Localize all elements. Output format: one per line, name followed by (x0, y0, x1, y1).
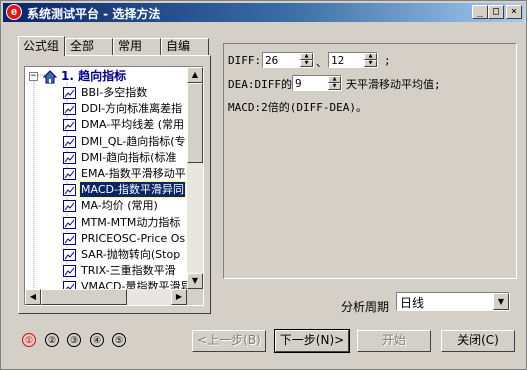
dropdown-arrow-icon[interactable]: ▼ (493, 293, 509, 310)
dea-prefix: DEA:DIFF的 (228, 78, 292, 91)
step-2: ② (45, 333, 59, 347)
tab-all[interactable]: 全部 (65, 38, 113, 55)
chart-formula-icon (63, 168, 76, 180)
period-label: 分析周期 (341, 300, 390, 314)
tree-item-label: SAR-抛物转向(Stop (81, 248, 181, 261)
spin-up-icon[interactable]: ▲ (300, 53, 313, 60)
chart-formula-icon (63, 119, 76, 132)
chart-formula-icon (63, 216, 76, 229)
home-icon (43, 70, 57, 84)
hscroll-thumb[interactable] (41, 289, 127, 305)
tree-root-label: 1. 趋向指标 (61, 69, 127, 83)
dea-value[interactable]: 9 (295, 77, 302, 90)
diff-end: ; (384, 54, 391, 67)
diff-separator: 、 (316, 56, 327, 69)
tree-item-label: BBI-多空指数 (81, 86, 148, 99)
period-select[interactable]: 日线 ▼ (396, 292, 510, 311)
spin-up-icon[interactable]: ▲ (328, 76, 341, 83)
tree-item-label: DDI-方向标准离差指 (81, 102, 183, 116)
tree-item-label: DMI_QL-趋向指标(专 (81, 134, 186, 148)
macd-description: MACD:2倍的(DIFF-DEA)。 (228, 101, 367, 114)
tree-item-label: TRIX-三重指数平滑 (81, 264, 176, 278)
chart-formula-icon (63, 151, 76, 164)
parameter-panel: DIFF: 26 ▲ ▼ 、 12 ▲ ▼ ; DEA:DIFF的 9 ▲ ▼ … (223, 43, 517, 279)
diff-short-spinner[interactable]: 26 ▲ ▼ (262, 52, 314, 68)
scroll-thumb[interactable] (187, 83, 203, 163)
tab-custom[interactable]: 自编 (161, 38, 209, 55)
tree-horizontal-scrollbar[interactable]: ◀ ▶ (25, 289, 187, 305)
spin-down-icon[interactable]: ▼ (300, 60, 313, 67)
chart-formula-icon (63, 103, 76, 116)
tree-item-label: MTM-MTM动力指标 (81, 215, 181, 229)
tree-item-label: MACD-指数平滑异同 (79, 181, 186, 199)
spin-down-icon[interactable]: ▼ (364, 60, 377, 67)
diff-long-value[interactable]: 12 (331, 54, 344, 67)
spin-up-icon[interactable]: ▲ (364, 53, 377, 60)
diff-long-spinner[interactable]: 12 ▲ ▼ (328, 52, 378, 68)
step-4: ④ (90, 333, 104, 347)
close-button[interactable]: 关闭(C) (441, 330, 515, 352)
tree-vertical-scrollbar[interactable]: ▲ ▼ (187, 67, 203, 289)
dialog-window: e 系统测试平台 - 选择方法 _ □ × 公式组 全部 常用 自编 − 1. … (0, 0, 527, 370)
chart-formula-icon (63, 249, 76, 261)
step-3: ③ (67, 333, 81, 347)
scroll-left-icon[interactable]: ◀ (25, 289, 41, 305)
tab-common[interactable]: 常用 (113, 38, 161, 55)
dea-suffix: 天平滑移动平均值; (346, 78, 441, 91)
chart-formula-icon (63, 135, 76, 148)
dea-spinner[interactable]: 9 ▲ ▼ (292, 75, 342, 91)
spin-down-icon[interactable]: ▼ (328, 83, 341, 90)
app-icon: e (6, 4, 22, 20)
start-button[interactable]: 开始 (357, 330, 431, 352)
scroll-up-icon[interactable]: ▲ (187, 67, 203, 83)
chart-formula-icon (63, 87, 76, 99)
tree-item-label: MA-均价 (常用) (81, 199, 158, 213)
tree-item-label: EMA-指数平滑移动平 (81, 167, 186, 180)
minimize-button[interactable]: _ (472, 5, 488, 19)
period-value[interactable]: 日线 (400, 294, 424, 311)
indicator-tree: − 1. 趋向指标 BBI-多空指数 DDI-方向标准离差指 DMA-平均线差 (常… (24, 66, 204, 306)
step-5: ⑤ (112, 333, 126, 347)
scrollbar-corner (187, 289, 203, 305)
window-title: 系统测试平台 - 选择方法 (27, 7, 161, 21)
diff-short-value[interactable]: 26 (265, 54, 278, 67)
close-window-button[interactable]: × (506, 5, 522, 19)
chart-formula-icon (63, 200, 76, 213)
step-1: ① (22, 333, 36, 347)
tree-item-label: DMA-平均线差 (常用 (81, 118, 185, 132)
collapse-icon[interactable]: − (29, 72, 38, 81)
tree-item-label: DMI-趋向指标(标准 (81, 150, 177, 164)
diff-label: DIFF: (228, 54, 262, 67)
tab-formula-group[interactable]: 公式组 (18, 36, 65, 56)
scroll-down-icon[interactable]: ▼ (187, 273, 203, 289)
scroll-right-icon[interactable]: ▶ (171, 289, 187, 305)
title-bar[interactable]: e 系统测试平台 - 选择方法 _ □ × (3, 3, 524, 22)
chart-formula-icon (63, 184, 76, 197)
chart-formula-icon (63, 265, 76, 278)
maximize-button[interactable]: □ (488, 5, 504, 19)
tree-item-label: PRICEOSC-Price Os (81, 231, 186, 245)
prev-step-button[interactable]: <上一步(B) (192, 330, 266, 352)
next-step-button[interactable]: 下一步(N)> (274, 329, 350, 353)
chart-formula-icon (63, 232, 76, 245)
